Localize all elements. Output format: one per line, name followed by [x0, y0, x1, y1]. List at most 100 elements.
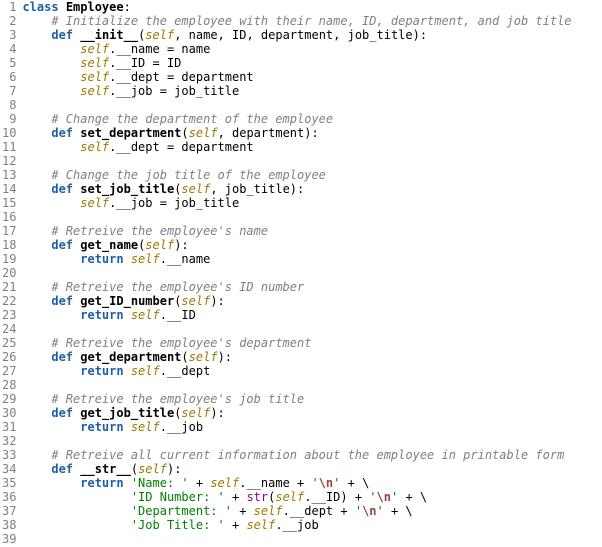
code-token: self — [131, 420, 160, 434]
code-token: self — [246, 518, 275, 532]
code-token: def — [51, 294, 80, 308]
line-number: 21 — [2, 280, 16, 294]
code-token: # Retreive the employee's job title — [51, 392, 304, 406]
code-token: ' — [355, 504, 362, 518]
code-token: + — [189, 476, 211, 490]
code-line: return self.__name — [22, 252, 602, 266]
line-number: 7 — [2, 84, 16, 98]
line-number: 29 — [2, 392, 16, 406]
code-token: \n — [377, 490, 391, 504]
code-token: .__dept + — [283, 504, 355, 518]
code-token: .__dept — [160, 364, 211, 378]
line-number: 3 — [2, 28, 16, 42]
code-token: self — [181, 182, 210, 196]
code-token: ): — [218, 350, 232, 364]
line-number: 23 — [2, 308, 16, 322]
code-token: ( — [181, 126, 188, 140]
code-token: , job_title): — [210, 182, 304, 196]
code-token: .__ID = ID — [109, 56, 181, 70]
code-line: def get_ID_number(self): — [22, 294, 602, 308]
code-token: \n — [362, 504, 376, 518]
code-token: ): — [167, 462, 181, 476]
code-line: self.__job = job_title — [22, 196, 602, 210]
code-token — [22, 294, 51, 308]
code-token: \n — [319, 476, 333, 490]
line-number: 37 — [2, 504, 16, 518]
code-token: return — [80, 420, 131, 434]
line-number: 4 — [2, 42, 16, 56]
code-token — [22, 476, 80, 490]
code-token: set_department — [80, 126, 181, 140]
code-token: 'Department: ' — [131, 504, 232, 518]
line-number: 13 — [2, 168, 16, 182]
code-line: def get_job_title(self): — [22, 406, 602, 420]
code-token: .__job = job_title — [109, 196, 239, 210]
line-number: 22 — [2, 294, 16, 308]
code-token: ' — [377, 504, 384, 518]
code-token: self — [181, 406, 210, 420]
code-line: self.__name = name — [22, 42, 602, 56]
code-token: # Retreive the employee's ID number — [51, 280, 304, 294]
code-line — [22, 266, 602, 280]
code-token: ): — [174, 238, 188, 252]
code-token: get_job_title — [80, 406, 174, 420]
code-line: def get_name(self): — [22, 238, 602, 252]
code-token — [22, 462, 51, 476]
code-line: return self.__ID — [22, 308, 602, 322]
code-line: return self.__dept — [22, 364, 602, 378]
line-number: 39 — [2, 532, 16, 546]
code-token: return — [80, 308, 131, 322]
code-token — [22, 392, 51, 406]
code-token: get_name — [80, 238, 138, 252]
code-token: self — [80, 140, 109, 154]
code-token: return — [80, 476, 131, 490]
code-token — [22, 70, 80, 84]
line-number: 26 — [2, 350, 16, 364]
code-line — [22, 98, 602, 112]
line-number: 12 — [2, 154, 16, 168]
code-token: self — [80, 196, 109, 210]
code-token: get_ID_number — [80, 294, 174, 308]
code-token: .__job = job_title — [109, 84, 239, 98]
code-token: set_job_title — [80, 182, 174, 196]
code-line — [22, 322, 602, 336]
line-number: 25 — [2, 336, 16, 350]
code-line: class Employee: — [22, 0, 602, 14]
code-line — [22, 378, 602, 392]
code-area[interactable]: class Employee: # Initialize the employe… — [22, 0, 602, 546]
code-token: # Retreive the employee's department — [51, 336, 311, 350]
code-line — [22, 210, 602, 224]
code-token: .__job — [275, 518, 318, 532]
code-token: .__name = name — [109, 42, 210, 56]
code-token — [22, 364, 80, 378]
code-line: # Retreive all current information about… — [22, 448, 602, 462]
code-token: , department): — [218, 126, 319, 140]
code-token: def — [51, 462, 80, 476]
code-token — [22, 308, 80, 322]
code-token: .__name + — [239, 476, 311, 490]
code-token: return — [80, 252, 131, 266]
code-line: 'Department: ' + self.__dept + '\n' + \ — [22, 504, 602, 518]
code-token: + — [225, 490, 247, 504]
code-token — [22, 42, 80, 56]
code-token — [22, 112, 51, 126]
code-token: + — [225, 518, 247, 532]
code-line: 'ID Number: ' + str(self.__ID) + '\n' + … — [22, 490, 602, 504]
code-token: get_department — [80, 350, 181, 364]
code-line: 'Job Title: ' + self.__job — [22, 518, 602, 532]
code-token: self — [145, 28, 174, 42]
code-token: .__name — [160, 252, 211, 266]
code-token — [22, 140, 80, 154]
code-token — [22, 280, 51, 294]
line-number: 8 — [2, 98, 16, 112]
code-line: def set_job_title(self, job_title): — [22, 182, 602, 196]
code-line: def get_department(self): — [22, 350, 602, 364]
code-line: # Change the department of the employee — [22, 112, 602, 126]
code-token: # Change the job title of the employee — [51, 168, 326, 182]
code-token: def — [51, 126, 80, 140]
line-number: 2 — [2, 14, 16, 28]
code-token: ' — [311, 476, 318, 490]
code-token: __str__ — [80, 462, 131, 476]
code-line: # Change the job title of the employee — [22, 168, 602, 182]
code-token: class — [22, 0, 65, 14]
